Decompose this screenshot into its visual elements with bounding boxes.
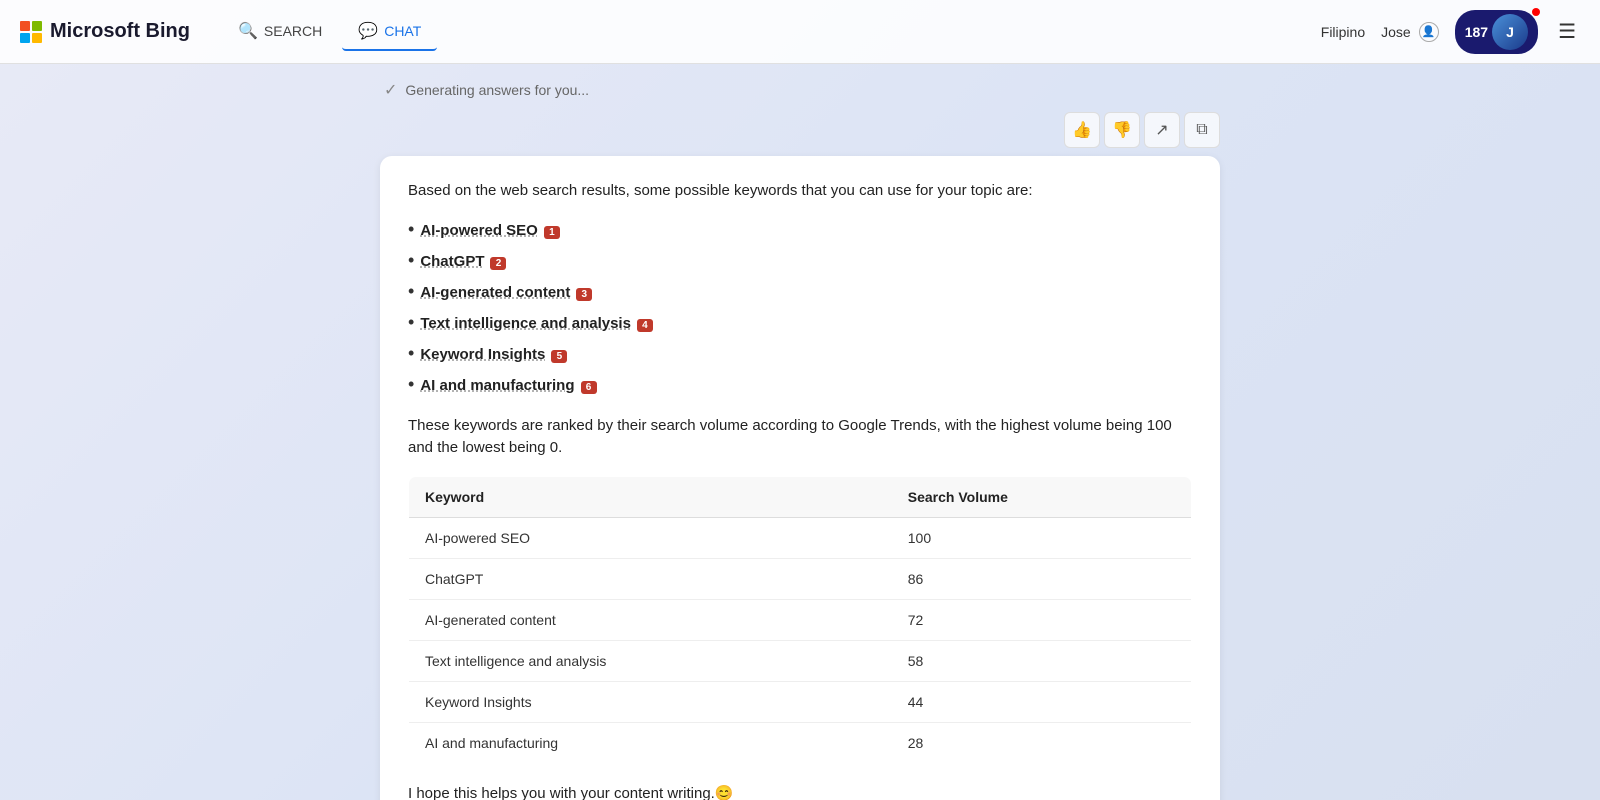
language-label: Filipino bbox=[1321, 24, 1365, 40]
table-cell-keyword: AI-generated content bbox=[409, 599, 892, 640]
points-badge[interactable]: 187 J bbox=[1455, 10, 1538, 54]
keyword-link[interactable]: AI and manufacturing bbox=[420, 377, 574, 394]
thumbs-down-button[interactable]: 👎 bbox=[1104, 112, 1140, 148]
main-content: ✓ Generating answers for you... 👍 👎 ↗ ⧉ … bbox=[0, 64, 1600, 800]
chat-container: ✓ Generating answers for you... 👍 👎 ↗ ⧉ … bbox=[380, 80, 1220, 800]
generating-status: ✓ Generating answers for you... bbox=[380, 80, 1220, 100]
tab-chat[interactable]: 💬 CHAT bbox=[342, 13, 437, 51]
share-button[interactable]: ↗ bbox=[1144, 112, 1180, 148]
logo-area: Microsoft Bing bbox=[20, 20, 190, 43]
keyword-link[interactable]: Text intelligence and analysis bbox=[420, 315, 631, 332]
citation-badge: 2 bbox=[490, 257, 506, 270]
table-cell-volume: 86 bbox=[892, 558, 1192, 599]
points-value: 187 bbox=[1465, 24, 1488, 40]
check-icon: ✓ bbox=[384, 80, 397, 100]
citation-badge: 5 bbox=[551, 350, 567, 363]
table-cell-keyword: Text intelligence and analysis bbox=[409, 640, 892, 681]
table-row: AI-powered SEO100 bbox=[409, 517, 1192, 558]
nav-tabs: 🔍 SEARCH 💬 CHAT bbox=[222, 13, 437, 51]
chat-area: ✓ Generating answers for you... 👍 👎 ↗ ⧉ … bbox=[0, 64, 1600, 800]
table-row: ChatGPT86 bbox=[409, 558, 1192, 599]
intro-text: Based on the web search results, some po… bbox=[408, 180, 1192, 203]
thumbs-up-button[interactable]: 👍 bbox=[1064, 112, 1100, 148]
tab-search[interactable]: 🔍 SEARCH bbox=[222, 13, 338, 51]
table-cell-volume: 28 bbox=[892, 722, 1192, 763]
keyword-link[interactable]: Keyword Insights bbox=[420, 346, 545, 363]
action-buttons: 👍 👎 ↗ ⧉ bbox=[380, 112, 1220, 148]
keyword-link[interactable]: AI-generated content bbox=[420, 284, 570, 301]
table-cell-keyword: AI and manufacturing bbox=[409, 722, 892, 763]
hamburger-menu-icon[interactable]: ☰ bbox=[1554, 15, 1580, 48]
bullet-icon: • bbox=[408, 374, 414, 395]
table-cell-volume: 44 bbox=[892, 681, 1192, 722]
response-card: Based on the web search results, some po… bbox=[380, 156, 1220, 800]
keywords-table: Keyword Search Volume AI-powered SEO100C… bbox=[408, 476, 1192, 764]
citation-badge: 6 bbox=[581, 381, 597, 394]
table-cell-keyword: Keyword Insights bbox=[409, 681, 892, 722]
citation-badge: 4 bbox=[637, 319, 653, 332]
square-red bbox=[20, 21, 30, 31]
col-volume-header: Search Volume bbox=[892, 476, 1192, 517]
logo-text: Microsoft Bing bbox=[50, 20, 190, 43]
chat-icon: 💬 bbox=[358, 21, 378, 41]
header-right: Filipino Jose 👤 187 J ☰ bbox=[1321, 10, 1580, 54]
citation-badge: 1 bbox=[544, 226, 560, 239]
table-cell-volume: 58 bbox=[892, 640, 1192, 681]
table-row: Keyword Insights44 bbox=[409, 681, 1192, 722]
list-item: • Text intelligence and analysis 4 bbox=[408, 312, 1192, 333]
keyword-link[interactable]: AI-powered SEO bbox=[420, 222, 538, 239]
square-green bbox=[32, 21, 42, 31]
keyword-list: • AI-powered SEO 1 • ChatGPT 2 • AI-gene… bbox=[408, 219, 1192, 395]
table-row: AI and manufacturing28 bbox=[409, 722, 1192, 763]
bing-squares-icon bbox=[20, 21, 42, 43]
ranking-text: These keywords are ranked by their searc… bbox=[408, 415, 1192, 460]
bullet-icon: • bbox=[408, 281, 414, 302]
table-cell-volume: 100 bbox=[892, 517, 1192, 558]
square-blue bbox=[20, 33, 30, 43]
bullet-icon: • bbox=[408, 219, 414, 240]
keyword-link[interactable]: ChatGPT bbox=[420, 253, 484, 270]
list-item: • Keyword Insights 5 bbox=[408, 343, 1192, 364]
list-item: • AI-powered SEO 1 bbox=[408, 219, 1192, 240]
col-keyword-header: Keyword bbox=[409, 476, 892, 517]
table-cell-keyword: AI-powered SEO bbox=[409, 517, 892, 558]
table-row: AI-generated content72 bbox=[409, 599, 1192, 640]
generating-text: Generating answers for you... bbox=[405, 82, 589, 98]
closing-text: I hope this helps you with your content … bbox=[408, 784, 1192, 800]
table-cell-keyword: ChatGPT bbox=[409, 558, 892, 599]
search-icon: 🔍 bbox=[238, 21, 258, 41]
notification-dot bbox=[1532, 8, 1540, 16]
search-tab-label: SEARCH bbox=[264, 23, 322, 39]
table-row: Text intelligence and analysis58 bbox=[409, 640, 1192, 681]
list-item: • ChatGPT 2 bbox=[408, 250, 1192, 271]
bullet-icon: • bbox=[408, 343, 414, 364]
table-cell-volume: 72 bbox=[892, 599, 1192, 640]
header: Microsoft Bing 🔍 SEARCH 💬 CHAT Filipino … bbox=[0, 0, 1600, 64]
user-area[interactable]: Jose 👤 bbox=[1381, 22, 1439, 42]
chat-tab-label: CHAT bbox=[384, 23, 421, 39]
avatar: J bbox=[1492, 14, 1528, 50]
bing-logo: Microsoft Bing bbox=[20, 20, 190, 43]
square-yellow bbox=[32, 33, 42, 43]
copy-button[interactable]: ⧉ bbox=[1184, 112, 1220, 148]
list-item: • AI and manufacturing 6 bbox=[408, 374, 1192, 395]
bullet-icon: • bbox=[408, 312, 414, 333]
bullet-icon: • bbox=[408, 250, 414, 271]
citation-badge: 3 bbox=[576, 288, 592, 301]
user-name: Jose bbox=[1381, 24, 1411, 40]
user-account-icon[interactable]: 👤 bbox=[1419, 22, 1439, 42]
list-item: • AI-generated content 3 bbox=[408, 281, 1192, 302]
